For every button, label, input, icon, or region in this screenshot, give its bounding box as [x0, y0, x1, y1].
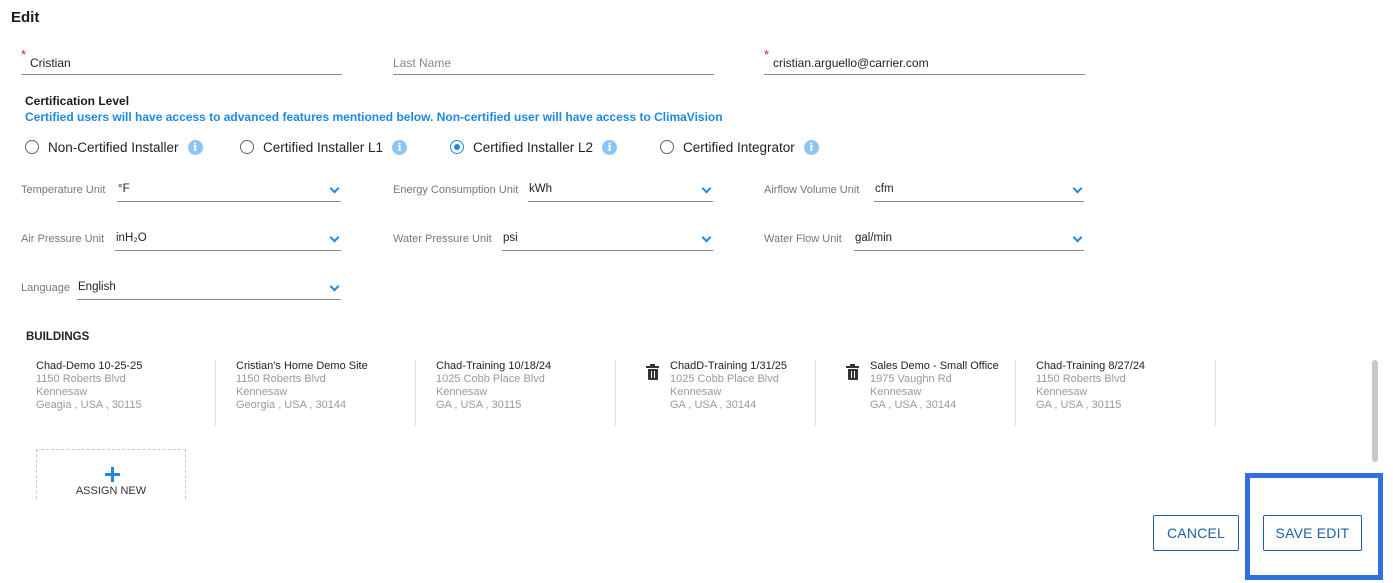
building-city: Kennesaw: [670, 386, 722, 398]
building-city: Kennesaw: [1036, 386, 1088, 398]
building-street: 1025 Cobb Place Blvd: [670, 373, 779, 385]
water-flow-unit-label: Water Flow Unit: [764, 233, 842, 245]
chevron-down-icon: [329, 183, 340, 194]
building-name: Sales Demo - Small Office: [870, 360, 999, 372]
buildings-section-title: BUILDINGS: [26, 331, 90, 343]
airflow-unit-select[interactable]: cfm: [874, 180, 1084, 202]
building-street: 1975 Vaughn Rd: [870, 373, 952, 385]
building-street: 1150 Roberts Blvd: [1036, 373, 1126, 385]
building-card[interactable]: Chad-Training 8/27/24 1150 Roberts Blvd …: [1016, 360, 1216, 426]
required-marker: *: [21, 47, 27, 62]
water-flow-unit-value: gal/min: [855, 232, 893, 244]
water-pressure-unit-value: psi: [503, 232, 518, 244]
building-name: ChadD-Training 1/31/25: [670, 360, 787, 372]
info-icon[interactable]: i: [803, 139, 819, 155]
radio-button-selected[interactable]: [450, 140, 464, 154]
radio-button[interactable]: [660, 140, 674, 154]
first-name-value: Cristian: [30, 56, 71, 70]
building-card[interactable]: Chad-Training 10/18/24 1025 Cobb Place B…: [416, 360, 616, 426]
assign-new-label: ASSIGN NEW: [75, 485, 147, 497]
info-icon[interactable]: i: [187, 139, 203, 155]
building-card[interactable]: Chad-Demo 10-25-25 1150 Roberts Blvd Ken…: [16, 360, 216, 426]
building-city: Kennesaw: [436, 386, 488, 398]
language-select[interactable]: English: [77, 278, 341, 300]
building-street: 1025 Cobb Place Blvd: [436, 373, 545, 385]
chevron-down-icon: [1072, 232, 1083, 243]
water-flow-unit-select[interactable]: gal/min: [854, 229, 1084, 251]
save-button-highlight-box: [1245, 473, 1383, 580]
radio-label: Certified Integrator: [683, 139, 795, 155]
building-name: Chad-Training 10/18/24: [436, 360, 552, 372]
cancel-button[interactable]: CANCEL: [1153, 515, 1239, 551]
building-region: GA , USA , 30144: [670, 399, 757, 411]
scrollbar-thumb[interactable]: [1372, 360, 1378, 462]
certification-heading: Certification Level: [25, 94, 130, 108]
building-region: Georgia , USA , 30144: [236, 399, 347, 411]
last-name-field[interactable]: Last Name: [393, 51, 714, 75]
building-region: GA , USA , 30115: [1036, 399, 1122, 411]
chevron-down-icon: [701, 183, 712, 194]
radio-certified-installer-l2[interactable]: Certified Installer L2 i: [450, 137, 618, 157]
airflow-unit-label: Airflow Volume Unit: [764, 184, 860, 196]
air-pressure-unit-select[interactable]: inH₂O: [115, 229, 341, 251]
building-card[interactable]: Cristian's Home Demo Site 1150 Roberts B…: [216, 360, 416, 426]
first-name-field[interactable]: * Cristian: [21, 47, 342, 75]
water-pressure-unit-label: Water Pressure Unit: [393, 233, 492, 245]
building-region: Geagia , USA , 30115: [36, 399, 142, 411]
last-name-placeholder: Last Name: [393, 56, 452, 70]
water-pressure-unit-select[interactable]: psi: [502, 229, 713, 251]
temperature-unit-select[interactable]: °F: [117, 180, 341, 202]
radio-certified-installer-l1[interactable]: Certified Installer L1 i: [240, 137, 408, 157]
trash-icon[interactable]: [846, 364, 859, 380]
info-icon[interactable]: i: [602, 139, 618, 155]
energy-unit-select[interactable]: kWh: [528, 180, 713, 202]
radio-button[interactable]: [25, 140, 39, 154]
radio-label: Certified Installer L1: [263, 139, 384, 155]
plus-icon: [105, 467, 120, 482]
info-icon[interactable]: i: [392, 139, 408, 155]
building-card[interactable]: Sales Demo - Small Office 1975 Vaughn Rd…: [816, 360, 1016, 426]
building-region: GA , USA , 30115: [436, 399, 522, 411]
air-pressure-unit-label: Air Pressure Unit: [21, 233, 105, 245]
radio-label: Certified Installer L2: [473, 139, 594, 155]
language-label: Language: [21, 282, 70, 294]
building-region: GA , USA , 30144: [870, 399, 957, 411]
building-name: Cristian's Home Demo Site: [236, 360, 368, 372]
temperature-unit-value: °F: [118, 183, 130, 195]
building-name: Chad-Demo 10-25-25: [36, 360, 143, 372]
building-street: 1150 Roberts Blvd: [36, 373, 126, 385]
air-pressure-unit-value: inH₂O: [116, 232, 147, 244]
trash-icon[interactable]: [646, 364, 659, 380]
building-street: 1150 Roberts Blvd: [236, 373, 326, 385]
radio-button[interactable]: [240, 140, 254, 154]
building-city: Kennesaw: [236, 386, 288, 398]
temperature-unit-label: Temperature Unit: [21, 184, 106, 196]
energy-unit-label: Energy Consumption Unit: [393, 184, 519, 196]
radio-label: Non-Certified Installer: [48, 139, 179, 155]
chevron-down-icon: [701, 232, 712, 243]
airflow-unit-value: cfm: [875, 183, 894, 195]
building-city: Kennesaw: [870, 386, 922, 398]
building-card[interactable]: ChadD-Training 1/31/25 1025 Cobb Place B…: [616, 360, 816, 426]
certification-description: Certified users will have access to adva…: [25, 110, 723, 124]
language-value: English: [78, 281, 116, 293]
chevron-down-icon: [329, 281, 340, 292]
energy-unit-value: kWh: [529, 183, 552, 195]
building-name: Chad-Training 8/27/24: [1036, 360, 1146, 372]
radio-certified-integrator[interactable]: Certified Integrator i: [660, 137, 819, 157]
required-marker: *: [764, 47, 770, 62]
email-value: cristian.arguello@carrier.com: [773, 56, 929, 70]
chevron-down-icon: [329, 232, 340, 243]
building-city: Kennesaw: [36, 386, 88, 398]
assign-new-button[interactable]: ASSIGN NEW: [36, 449, 186, 499]
email-field[interactable]: * cristian.arguello@carrier.com: [764, 47, 1085, 75]
page-title: Edit: [11, 9, 40, 26]
chevron-down-icon: [1072, 183, 1083, 194]
radio-non-certified-installer[interactable]: Non-Certified Installer i: [25, 137, 203, 157]
